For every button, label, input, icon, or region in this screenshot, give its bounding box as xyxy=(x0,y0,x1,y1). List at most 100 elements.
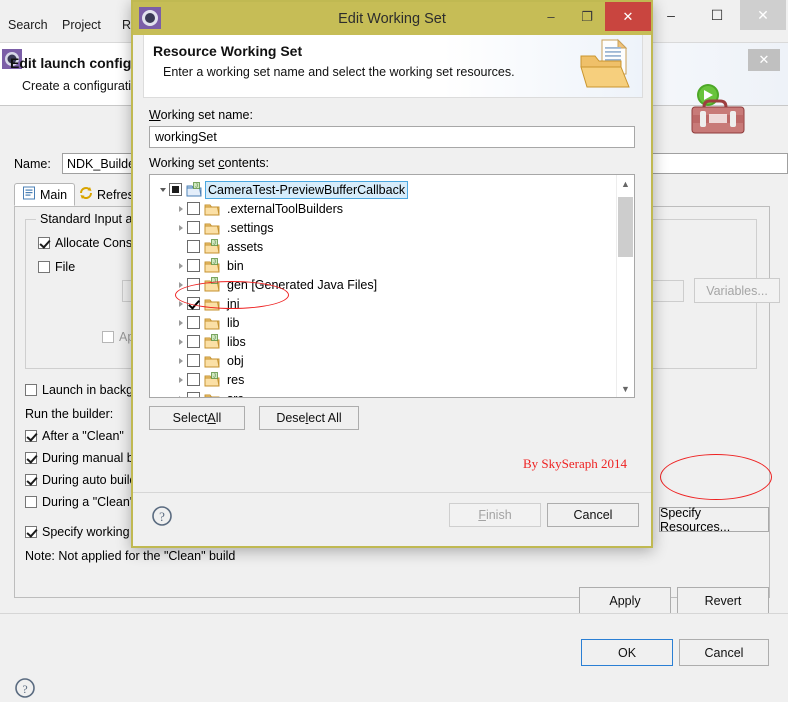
tree-item-checkbox[interactable] xyxy=(187,373,200,386)
tree-item-checkbox[interactable] xyxy=(169,183,182,196)
close-icon[interactable]: ✕ xyxy=(740,0,786,30)
file-checkbox[interactable] xyxy=(38,261,50,273)
dialog-header-title: Resource Working Set xyxy=(153,43,303,59)
tree-item[interactable]: Jgen [Generated Java Files] xyxy=(174,275,380,294)
chevron-right-icon[interactable] xyxy=(174,199,187,218)
builder-option-during-clean[interactable]: During a "Clean" xyxy=(25,495,134,509)
chevron-right-icon[interactable] xyxy=(174,313,187,332)
svg-text:?: ? xyxy=(159,509,165,524)
folder-document-icon xyxy=(578,38,634,92)
cancel-button-bg[interactable]: Cancel xyxy=(679,639,769,666)
help-icon[interactable]: ? xyxy=(14,677,36,699)
dialog-window-controls: – ❐ ✕ xyxy=(533,2,651,31)
chevron-right-icon[interactable] xyxy=(174,332,187,351)
menu-item-project[interactable]: Project xyxy=(62,18,101,32)
menu-item-search[interactable]: Search xyxy=(8,18,48,32)
tree-item[interactable]: obj xyxy=(174,351,247,370)
chevron-right-icon[interactable] xyxy=(174,370,187,389)
dialog-title-bar[interactable]: Edit Working Set – ❐ ✕ xyxy=(133,2,651,35)
chevron-right-icon[interactable] xyxy=(174,294,187,313)
builder-option-auto[interactable]: During auto builds xyxy=(25,473,143,487)
select-all-button[interactable]: Select All xyxy=(149,406,245,430)
launch-background-checkbox[interactable] xyxy=(25,384,37,396)
during-clean-checkbox[interactable] xyxy=(25,496,37,508)
variables-button[interactable]: Variables... xyxy=(694,278,780,303)
tree-item-checkbox[interactable] xyxy=(187,392,200,397)
chevron-right-icon[interactable] xyxy=(174,389,187,397)
tree-item[interactable]: .externalToolBuilders xyxy=(174,199,346,218)
tree-item-label: res xyxy=(227,372,245,387)
manual-builds-checkbox[interactable] xyxy=(25,452,37,464)
tree-item[interactable]: Jres xyxy=(174,370,247,389)
scroll-up-icon[interactable]: ▲ xyxy=(617,175,634,192)
watermark-credit: By SkySeraph 2014 xyxy=(523,456,627,471)
tree-item-label: .settings xyxy=(227,220,274,235)
chevron-right-icon[interactable] xyxy=(174,237,187,256)
tree-item[interactable]: .settings xyxy=(174,218,277,237)
tab-main-label: Main xyxy=(40,187,68,202)
chevron-down-icon[interactable] xyxy=(156,180,169,199)
dialog-close-icon[interactable]: ✕ xyxy=(605,2,651,31)
tree-item-checkbox[interactable] xyxy=(187,221,200,234)
scrollbar-thumb[interactable] xyxy=(618,197,633,257)
folder-icon xyxy=(204,353,220,369)
after-clean-label: After a "Clean" xyxy=(42,429,124,443)
secondary-close-icon[interactable]: ✕ xyxy=(748,49,780,71)
minimize-icon[interactable]: – xyxy=(648,0,694,30)
source-folder-icon: J xyxy=(204,371,220,388)
tree-item[interactable]: Jbin xyxy=(174,256,247,275)
dialog-minimize-icon[interactable]: – xyxy=(533,2,569,31)
tree-item-label: gen [Generated Java Files] xyxy=(227,277,378,292)
tree-item-checkbox[interactable] xyxy=(187,202,200,215)
tree-item-checkbox[interactable] xyxy=(187,278,200,291)
source-folder-icon: J xyxy=(204,238,220,255)
scroll-down-icon[interactable]: ▼ xyxy=(617,380,634,397)
deselect-all-button[interactable]: Dese l ect All xyxy=(259,406,359,430)
auto-builds-checkbox[interactable] xyxy=(25,474,37,486)
tree-item-label: src xyxy=(224,391,247,398)
chevron-right-icon[interactable] xyxy=(174,256,187,275)
tree-item[interactable]: Jlibs xyxy=(174,332,249,351)
tab-main[interactable]: Main xyxy=(14,183,76,206)
dialog-cancel-button[interactable]: Cancel xyxy=(547,503,639,527)
dialog-maximize-icon[interactable]: ❐ xyxy=(569,2,605,31)
tree-item-checkbox[interactable] xyxy=(187,240,200,253)
tree-item-checkbox[interactable] xyxy=(187,335,200,348)
dialog-footer: ? Finish Cancel xyxy=(133,492,651,547)
tree-item-checkbox[interactable] xyxy=(187,354,200,367)
resource-tree[interactable]: J CameraTest-PreviewBufferCallback .extern… xyxy=(149,174,635,398)
toolbox-run-icon xyxy=(678,81,754,139)
tree-item[interactable]: src xyxy=(174,389,247,398)
svg-text:?: ? xyxy=(22,682,27,696)
file-label: File xyxy=(55,260,76,274)
tree-item-label: lib xyxy=(227,315,240,330)
finish-button: Finish xyxy=(449,503,541,527)
tree-item-label: assets xyxy=(227,239,264,254)
tree-item[interactable]: J CameraTest-PreviewBufferCallback xyxy=(156,180,409,199)
tree-item-label: CameraTest-PreviewBufferCallback xyxy=(205,180,409,199)
ok-button[interactable]: OK xyxy=(581,639,673,666)
tree-item[interactable]: jni xyxy=(174,294,243,313)
working-set-name-input[interactable]: workingSet xyxy=(149,126,635,148)
tree-item-checkbox[interactable] xyxy=(187,316,200,329)
specify-resources-button[interactable]: Specify Resources... xyxy=(659,506,769,534)
specify-working-set-checkbox[interactable] xyxy=(25,526,37,538)
after-clean-checkbox[interactable] xyxy=(25,430,37,442)
builder-option-after-clean[interactable]: After a "Clean" xyxy=(25,429,124,443)
apply-button[interactable]: Apply xyxy=(579,587,671,614)
tree-item[interactable]: Jassets xyxy=(174,237,266,256)
resource-tree-rows: J CameraTest-PreviewBufferCallback .extern… xyxy=(150,175,616,397)
tree-item[interactable]: lib xyxy=(174,313,243,332)
chevron-right-icon[interactable] xyxy=(174,275,187,294)
dialog-help-icon[interactable]: ? xyxy=(151,505,173,527)
tree-scrollbar[interactable]: ▲ ▼ xyxy=(616,175,634,397)
builder-note: Note: Not applied for the "Clean" build xyxy=(25,549,235,563)
tree-item-checkbox[interactable] xyxy=(187,297,200,310)
allocate-console-checkbox[interactable] xyxy=(38,237,50,249)
maximize-icon[interactable]: ☐ xyxy=(694,0,740,30)
revert-button[interactable]: Revert xyxy=(677,587,769,614)
tree-item-checkbox[interactable] xyxy=(187,259,200,272)
chevron-right-icon[interactable] xyxy=(174,351,187,370)
chevron-right-icon[interactable] xyxy=(174,218,187,237)
file-row[interactable]: File xyxy=(38,260,75,274)
